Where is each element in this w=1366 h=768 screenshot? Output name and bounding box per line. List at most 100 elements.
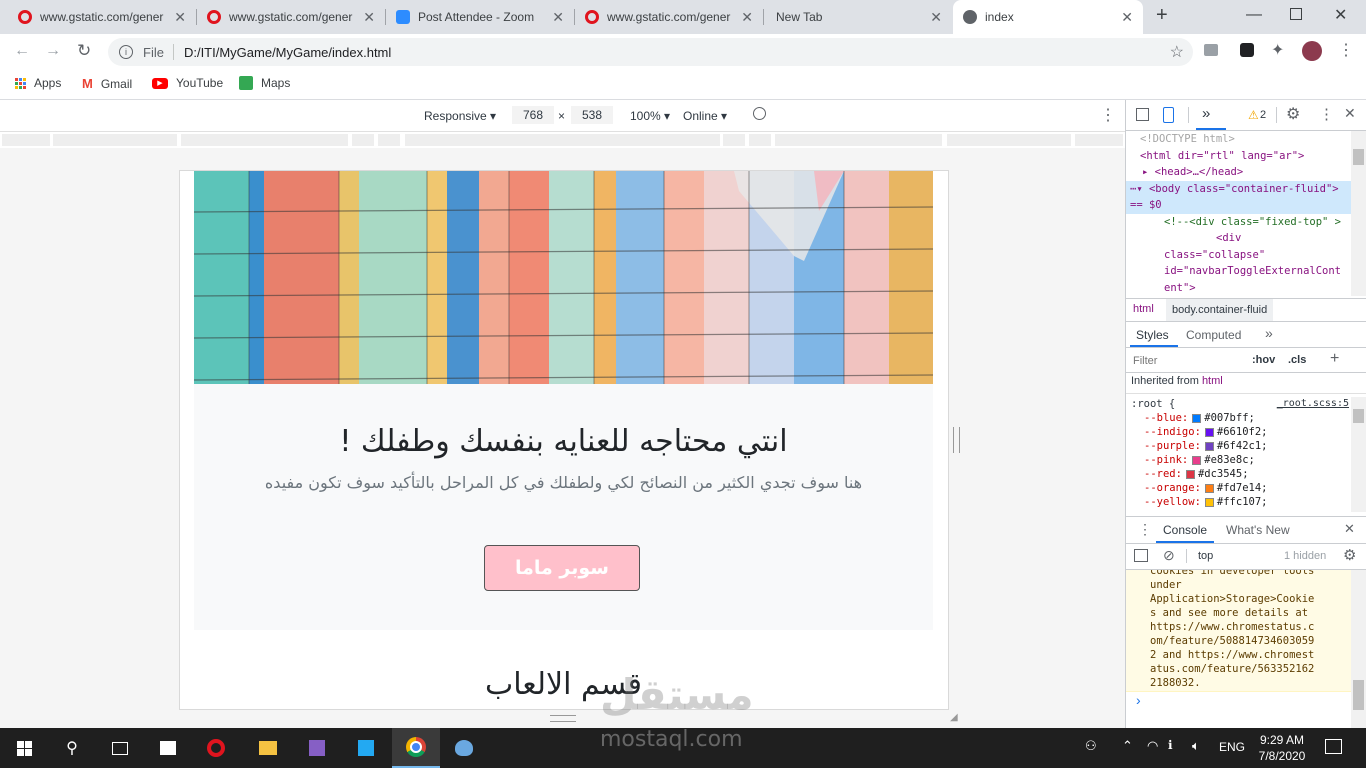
dom-comment[interactable]: <div: [1126, 230, 1351, 247]
add-rule-icon[interactable]: +: [1330, 350, 1339, 368]
tab-3[interactable]: Post Attendee - Zoom ✕: [386, 0, 574, 34]
device-toggle-icon[interactable]: [1163, 107, 1174, 123]
extension-icon[interactable]: [1240, 43, 1254, 57]
chrome-icon[interactable]: [392, 728, 440, 768]
css-variable-value[interactable]: #e83e8c;: [1204, 454, 1255, 466]
resize-handle-corner[interactable]: ◢: [950, 712, 958, 723]
sidebar-toggle-icon[interactable]: [1134, 549, 1148, 562]
close-icon[interactable]: ✕: [363, 9, 375, 26]
visual-studio-icon[interactable]: [293, 728, 341, 768]
height-input[interactable]: 538: [571, 106, 613, 124]
close-icon[interactable]: ✕: [1121, 9, 1133, 26]
close-icon[interactable]: ✕: [930, 9, 942, 26]
people-icon[interactable]: ⚇: [1085, 738, 1097, 754]
kebab-menu-icon[interactable]: ⋮: [1319, 105, 1334, 123]
resize-handle-bottom[interactable]: [550, 715, 576, 722]
search-icon[interactable]: ⚲: [48, 728, 96, 768]
dom-comment[interactable]: <!--<div class="fixed-top" >: [1126, 214, 1351, 231]
css-variable-value[interactable]: #6f42c1;: [1217, 440, 1268, 452]
media-query-bar[interactable]: [0, 132, 1125, 148]
color-swatch-icon[interactable]: [1185, 469, 1195, 479]
elements-scrollbar[interactable]: [1351, 131, 1366, 296]
vscode-icon[interactable]: [342, 728, 390, 768]
close-icon[interactable]: ✕: [174, 9, 186, 26]
more-tabs-icon[interactable]: »: [1202, 105, 1210, 122]
close-window-button[interactable]: ✕: [1334, 5, 1347, 25]
warning-icon[interactable]: ⚠: [1248, 108, 1259, 122]
css-variable-value[interactable]: #fd7e14;: [1217, 482, 1268, 494]
filter-input[interactable]: [1131, 352, 1243, 370]
puzzle-icon[interactable]: ✦: [1271, 40, 1284, 60]
resize-handle-right[interactable]: [953, 427, 960, 453]
rule-source-link[interactable]: _root.scss:5: [1277, 397, 1349, 411]
tab-console[interactable]: Console: [1163, 523, 1207, 537]
css-variable-row[interactable]: --indigo: #6610f2;: [1126, 425, 1351, 439]
color-swatch-icon[interactable]: [1192, 413, 1202, 423]
menu-icon[interactable]: ⋮: [1338, 40, 1354, 60]
css-variable-row[interactable]: --pink: #e83e8c;: [1126, 453, 1351, 467]
tab-styles[interactable]: Styles: [1136, 328, 1169, 342]
url-text[interactable]: D:/ITI/MyGame/MyGame/index.html: [184, 45, 391, 60]
dom-node[interactable]: <html dir="rtl" lang="ar">: [1126, 148, 1351, 165]
dom-comment[interactable]: class="collapse": [1126, 247, 1351, 264]
network-select[interactable]: Online ▾: [683, 109, 727, 123]
bookmark-maps[interactable]: Maps: [239, 76, 290, 90]
more-tabs-icon[interactable]: »: [1265, 325, 1273, 341]
tab-2[interactable]: www.gstatic.com/gener ✕: [197, 0, 385, 34]
width-input[interactable]: 768: [512, 106, 554, 124]
dom-node[interactable]: <!DOCTYPE html>: [1126, 131, 1351, 148]
file-explorer-icon[interactable]: [244, 728, 292, 768]
device-mode-select[interactable]: Responsive ▾: [424, 109, 496, 123]
color-swatch-icon[interactable]: [1204, 427, 1214, 437]
windows-start-icon[interactable]: [0, 728, 48, 768]
tab-computed[interactable]: Computed: [1186, 328, 1241, 342]
css-variable-value[interactable]: #007bff;: [1204, 412, 1255, 424]
css-variable-row[interactable]: --purple: #6f42c1;: [1126, 439, 1351, 453]
css-variable-value[interactable]: #6610f2;: [1217, 426, 1268, 438]
input-language[interactable]: ENG: [1219, 740, 1245, 754]
paint-icon[interactable]: [440, 728, 488, 768]
tab-5[interactable]: New Tab ✕: [764, 0, 952, 34]
tab-whats-new[interactable]: What's New: [1226, 523, 1290, 537]
context-select[interactable]: top: [1198, 550, 1213, 562]
tab-4[interactable]: www.gstatic.com/gener ✕: [575, 0, 763, 34]
css-variable-row[interactable]: --orange: #fd7e14;: [1126, 481, 1351, 495]
bookmark-youtube[interactable]: ▶ YouTube: [152, 76, 223, 90]
inspect-icon[interactable]: [1136, 108, 1149, 121]
color-swatch-icon[interactable]: [1192, 455, 1202, 465]
more-options-icon[interactable]: ⋮: [1100, 105, 1116, 125]
color-swatch-icon[interactable]: [1204, 441, 1214, 451]
minimize-button[interactable]: —: [1246, 6, 1262, 24]
color-swatch-icon[interactable]: [1204, 497, 1214, 507]
clear-console-icon[interactable]: ⊘: [1163, 547, 1175, 564]
close-icon[interactable]: ✕: [741, 9, 753, 26]
tab-1[interactable]: www.gstatic.com/gener ✕: [8, 0, 196, 34]
bookmark-apps[interactable]: Apps: [15, 76, 61, 90]
zoom-select[interactable]: 100% ▾: [630, 109, 670, 123]
new-tab-button[interactable]: +: [1156, 4, 1168, 27]
wifi-icon[interactable]: ◠: [1147, 738, 1158, 754]
css-variable-row[interactable]: --yellow: #ffc107;: [1126, 495, 1351, 509]
color-swatch-icon[interactable]: [1204, 483, 1214, 493]
tab-6-active[interactable]: index ✕: [953, 0, 1143, 34]
breadcrumb-body[interactable]: body.container-fluid: [1166, 299, 1274, 321]
task-view-icon[interactable]: [96, 728, 144, 768]
star-icon[interactable]: ☆: [1170, 42, 1184, 62]
hov-toggle[interactable]: :hov: [1252, 354, 1275, 366]
close-drawer-icon[interactable]: ✕: [1344, 521, 1355, 537]
settings-gear-icon[interactable]: ⚙: [1286, 104, 1300, 124]
language-icon[interactable]: ℹ: [1168, 738, 1173, 752]
css-variable-value[interactable]: #dc3545;: [1198, 468, 1249, 480]
chevron-up-icon[interactable]: ⌃: [1122, 738, 1133, 754]
clock[interactable]: 9:29 AM 7/8/2020: [1250, 732, 1314, 764]
dom-comment[interactable]: id="navbarToggleExternalCont: [1126, 263, 1351, 280]
super-mama-button[interactable]: سوبر ماما: [484, 545, 640, 591]
console-settings-gear-icon[interactable]: ⚙: [1343, 546, 1356, 564]
cls-toggle[interactable]: .cls: [1288, 354, 1306, 366]
console-prompt[interactable]: ›: [1136, 692, 1141, 708]
restore-button[interactable]: [1290, 8, 1302, 20]
drawer-menu-icon[interactable]: ⋮: [1138, 521, 1152, 538]
dom-comment[interactable]: ent">: [1126, 280, 1351, 297]
css-variable-row[interactable]: --blue: #007bff;: [1126, 411, 1351, 425]
info-icon[interactable]: i: [119, 45, 133, 59]
